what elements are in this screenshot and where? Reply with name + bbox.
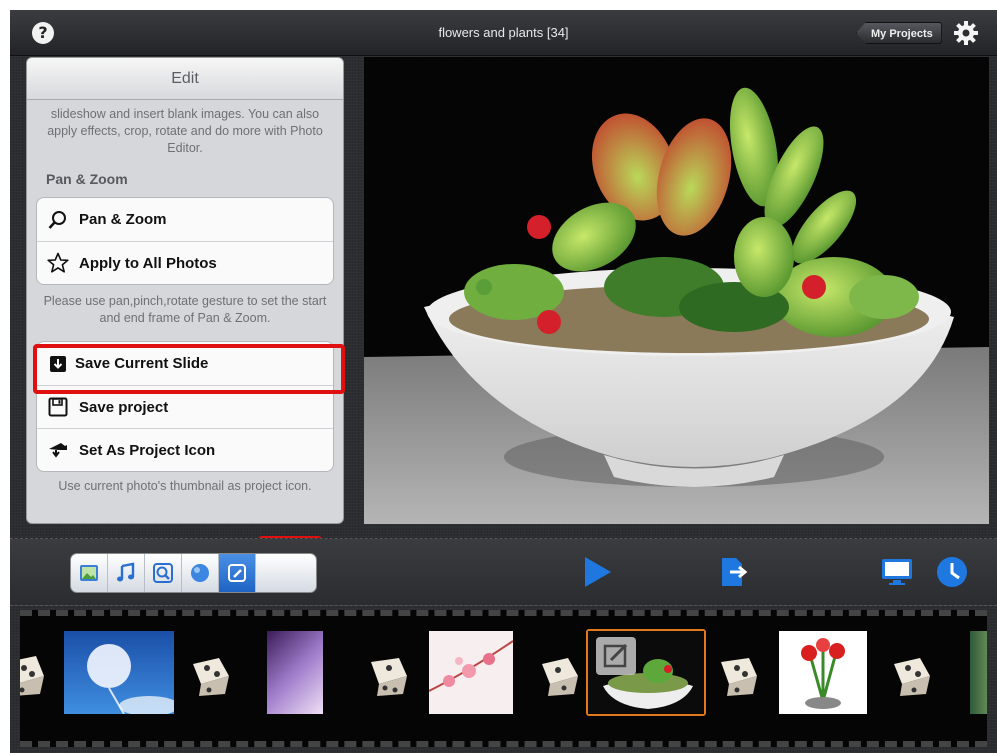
save-project-label: Save project [79,398,169,416]
dice-transition-icon[interactable] [888,654,934,698]
zoom-mode-button[interactable] [145,554,182,592]
gear-icon[interactable] [953,20,979,46]
thumb-dandelion[interactable] [64,631,179,716]
edit-panel-title: Edit [27,58,343,100]
music-icon [117,562,135,582]
dice-transition-icon[interactable] [713,654,759,698]
monitor-icon[interactable] [881,558,913,586]
dice-transition-icon[interactable] [536,654,582,698]
thumb-purple-flowers[interactable] [267,631,323,714]
magnifier-icon [47,209,69,231]
dice-transition-icon[interactable] [20,654,46,698]
edit-panel: Edit slideshow and insert blank images. … [26,57,344,524]
edit-square-icon [603,643,628,668]
floppy-icon [47,396,69,418]
pan-zoom-note: Please use pan,pinch,rotate gesture to s… [43,294,327,325]
succulent-photo [364,57,989,524]
edit-description: slideshow and insert blank images. You c… [47,107,323,155]
apply-to-all-photos-label: Apply to All Photos [79,254,217,272]
pan-zoom-section-header: Pan & Zoom [46,171,128,187]
project-icon-note: Use current photo's thumbnail as project… [58,479,312,493]
edit-mode-button[interactable] [219,554,256,592]
photo-icon [80,565,98,581]
app-window: ? flowers and plants [34] My Projects Ed… [10,10,997,753]
pan-zoom-label: Pan & Zoom [79,211,167,228]
pan-zoom-group: Pan & Zoom Apply to All Photos [36,197,334,285]
thumb-succulent-bowl-selected[interactable] [586,629,706,716]
music-mode-button[interactable] [108,554,145,592]
toolbar [10,538,997,606]
slide-edit-badge[interactable] [596,637,636,675]
effects-mode-button[interactable] [182,554,219,592]
stamp-icon [47,439,69,461]
export-icon[interactable] [720,556,748,588]
filmstrip [20,610,987,747]
thumb-red-flower-arrangement[interactable] [779,631,867,714]
zoom-icon [153,563,173,583]
apply-to-all-photos-button[interactable]: Apply to All Photos [37,241,333,284]
set-as-project-icon-label: Set As Project Icon [79,441,216,459]
slide-preview[interactable] [364,57,989,524]
photo-mode-button[interactable] [71,554,108,592]
thumb-green-plant[interactable] [970,631,987,714]
pan-zoom-button[interactable]: Pan & Zoom [37,198,333,241]
dice-transition-icon[interactable] [187,654,233,698]
star-icon [47,252,69,274]
edit-pencil-icon [228,564,246,582]
mode-segmented-control [70,553,317,593]
set-as-project-icon-button[interactable]: Set As Project Icon [37,428,333,471]
play-icon[interactable] [583,556,613,588]
highlight-save-current-slide [33,344,345,394]
top-bar: ? flowers and plants [34] My Projects [10,10,997,56]
project-title: flowers and plants [34] [438,25,569,40]
effect-circle-icon [191,564,209,582]
thumb-pink-blossoms[interactable] [428,631,514,714]
dice-transition-icon[interactable] [363,654,409,698]
clock-icon[interactable] [936,556,968,588]
my-projects-button[interactable]: My Projects [856,22,942,44]
